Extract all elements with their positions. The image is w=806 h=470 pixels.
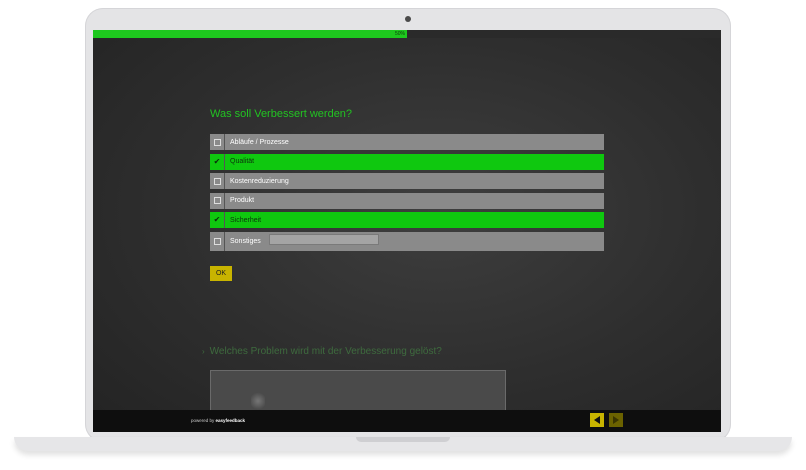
chevron-right-icon: › <box>202 347 205 356</box>
option-label: Sicherheit <box>230 216 262 224</box>
checkbox[interactable] <box>210 173 225 189</box>
checkbox-icon <box>213 138 221 146</box>
option-sicherheit[interactable]: ✔ Sicherheit <box>210 212 604 228</box>
checkbox[interactable] <box>210 134 225 150</box>
textarea-smudge <box>251 391 265 411</box>
option-label: Produkt <box>230 197 255 204</box>
checkbox[interactable] <box>210 231 225 251</box>
next-button[interactable] <box>609 413 623 427</box>
laptop-notch <box>356 437 450 442</box>
question-title: Was soll Verbessert werden? <box>210 108 353 120</box>
options-list: Abläufe / Prozesse ✔ Qualität Kostenredu… <box>210 134 604 254</box>
option-label: Qualität <box>230 158 255 165</box>
progress-fill: 50% <box>93 30 407 38</box>
option-sonstiges[interactable]: Sonstiges <box>210 231 604 251</box>
option-label: Kostenreduzierung <box>230 177 289 185</box>
option-label: Abläufe / Prozesse <box>230 138 289 146</box>
checkbox-icon <box>213 177 221 185</box>
progress-bar: 50% <box>93 30 721 38</box>
progress-label: 50% <box>394 31 405 37</box>
ok-button[interactable]: OK <box>210 266 232 281</box>
option-ablaeufe[interactable]: Abläufe / Prozesse <box>210 134 604 150</box>
checkbox[interactable]: ✔ <box>210 212 225 228</box>
screen: 50% Was soll Verbessert werden? Abläufe … <box>93 30 721 432</box>
check-icon: ✔ <box>213 215 221 224</box>
check-icon: ✔ <box>213 156 221 166</box>
previous-button[interactable] <box>590 413 604 427</box>
checkbox[interactable] <box>210 192 225 209</box>
other-text-input[interactable] <box>268 233 379 245</box>
footer: powered by easyfeedback <box>93 410 721 432</box>
camera-icon <box>405 16 411 22</box>
arrow-left-icon <box>594 416 600 424</box>
question2-title: › Welches Problem wird mit der Verbesseru… <box>202 346 442 357</box>
question2-text: Welches Problem wird mit der Verbesserun… <box>209 346 442 357</box>
option-qualitaet[interactable]: ✔ Qualität <box>210 153 604 170</box>
arrow-right-icon <box>613 416 619 424</box>
powered-prefix: powered by <box>191 418 216 423</box>
checkbox-icon <box>213 237 221 245</box>
brand-name: easyfeedback <box>215 418 246 423</box>
option-produkt[interactable]: Produkt <box>210 192 604 209</box>
checkbox-icon <box>213 197 221 204</box>
option-label: Sonstiges <box>230 237 261 245</box>
powered-by[interactable]: powered by easyfeedback <box>191 418 245 423</box>
option-kostenreduzierung[interactable]: Kostenreduzierung <box>210 173 604 189</box>
checkbox[interactable]: ✔ <box>210 153 225 170</box>
